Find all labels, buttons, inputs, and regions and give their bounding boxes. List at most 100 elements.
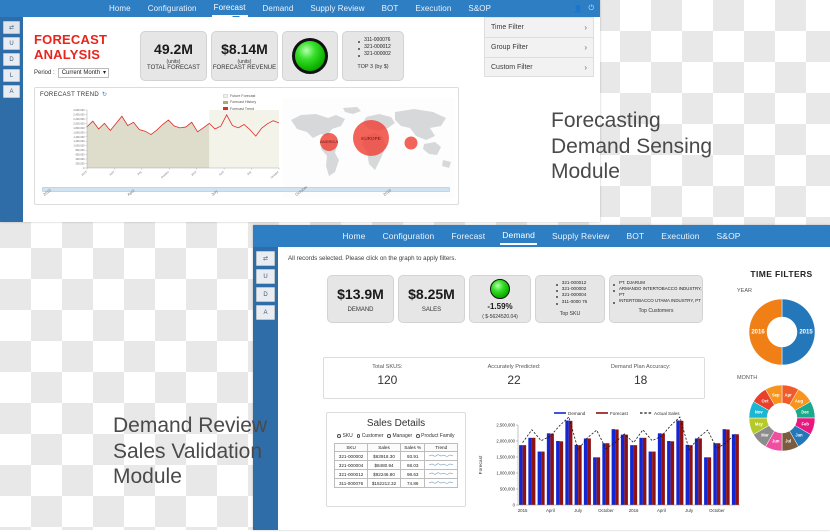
- sidebar-item-approvals[interactable]: A: [3, 85, 20, 98]
- kpi-top-sku[interactable]: 321-000012 321-000002 321-000004 311-000…: [535, 275, 605, 323]
- radio-sku[interactable]: SKU: [337, 433, 353, 439]
- cell-sku: 321-000002: [333, 451, 369, 461]
- map-bubble-asia[interactable]: [404, 136, 418, 150]
- svg-text:July: July: [246, 169, 253, 176]
- caption-line: Sales Validation: [113, 439, 263, 463]
- top-customers-caption: Top Customers: [638, 307, 674, 314]
- year-donut-chart[interactable]: 2015 2016: [746, 296, 818, 368]
- radio-dot: [337, 434, 341, 438]
- user-icon[interactable]: 👤: [574, 5, 583, 13]
- nav-item-configuration[interactable]: Configuration: [381, 228, 437, 244]
- forecast-title-block: FORECAST ANALYSIS Period : Current Month…: [34, 32, 144, 78]
- radio-manager[interactable]: Manager: [387, 433, 412, 439]
- nav-item-demand[interactable]: Demand: [261, 1, 296, 16]
- time-filters-title: TIME FILTERS: [750, 269, 813, 279]
- kpi-caption: TOTAL FORECAST: [147, 65, 200, 71]
- sidebar-item-toggle[interactable]: ⇄: [256, 251, 275, 266]
- sidebar-item-approvals[interactable]: A: [256, 305, 275, 320]
- filter-group[interactable]: Group Filter ›: [484, 37, 594, 57]
- svg-text:2,000,000: 2,000,000: [496, 439, 515, 444]
- kpi-variance[interactable]: -1.59% ( $-5624520.04): [469, 275, 531, 323]
- donut-slice-label: Jun: [772, 439, 780, 444]
- cell-pct: 74.86: [399, 478, 426, 488]
- donut-slice-label: Aug: [794, 399, 803, 404]
- svg-text:2015: 2015: [518, 508, 528, 513]
- refresh-icon[interactable]: ↻: [102, 91, 107, 98]
- svg-text:2016: 2016: [629, 508, 639, 513]
- page-title-line1: FORECAST: [34, 32, 108, 47]
- nav-item-execution[interactable]: Execution: [413, 1, 453, 16]
- kpi-value: $8.25M: [408, 285, 455, 302]
- nav-item-home[interactable]: Home: [340, 228, 367, 244]
- filter-time[interactable]: Time Filter ›: [484, 17, 594, 37]
- cell-pct: 98.63: [399, 469, 426, 479]
- nav-item-demand[interactable]: Demand: [500, 227, 537, 245]
- svg-text:400,000: 400,000: [75, 158, 85, 161]
- nav-item-configuration[interactable]: Configuration: [146, 1, 199, 16]
- nav-item-bot[interactable]: BOT: [380, 1, 401, 16]
- nav-item-forecast[interactable]: Forecast: [211, 0, 248, 17]
- nav-item-forecast[interactable]: Forecast: [449, 228, 487, 244]
- svg-text:2,000,000: 2,000,000: [73, 122, 85, 125]
- kpi-demand[interactable]: $13.9M DEMAND: [327, 275, 394, 323]
- metrics-strip: Total SKUS: 120 Accurately Predicted: 22…: [323, 357, 705, 399]
- demand-review-module-caption: Demand Review Sales Validation Module: [113, 413, 267, 490]
- nav-item-supply-review[interactable]: Supply Review: [308, 1, 366, 16]
- svg-text:2,400,000: 2,400,000: [73, 113, 85, 116]
- svg-text:1,600,000: 1,600,000: [73, 131, 85, 134]
- table-row[interactable]: 321-000012 $92246.80 98.63: [333, 469, 458, 479]
- svg-text:800,000: 800,000: [75, 149, 85, 152]
- month-donut-chart[interactable]: AprAug Dec Feb Jan Jul JunMar May Nov OctSep: [746, 382, 818, 454]
- filter-custom[interactable]: Custom Filter ›: [484, 57, 594, 77]
- kpi-forecast-revenue[interactable]: $8.14M (units) FORECAST REVENUE: [211, 31, 278, 81]
- navbar-right-icons: 👤 ⏻: [574, 5, 594, 13]
- variance-amount: ( $-5624520.04): [482, 313, 518, 320]
- kpi-status-light-tile[interactable]: [282, 31, 338, 81]
- svg-text:October: October: [598, 508, 614, 513]
- forecast-app-window: Home Configuration Forecast Demand Suppl…: [0, 0, 600, 222]
- caption-line: Demand Review: [113, 414, 268, 437]
- cell-pct: 68.03: [399, 460, 426, 470]
- sales-details-table[interactable]: SKU Sales Sales % Trend 321-000002 $63918…: [333, 443, 458, 488]
- svg-text:1,000,000: 1,000,000: [496, 471, 515, 476]
- demand-forecast-actual-chart[interactable]: Demand Forecast Actual Sales 0 500,000 1,000,…: [474, 405, 746, 527]
- radio-customer[interactable]: Customer: [356, 433, 383, 439]
- world-map[interactable]: EUROPE AMERICA: [283, 98, 455, 198]
- period-select[interactable]: Current Month ▾: [57, 67, 110, 78]
- list-item: INTERTOBACCO UTAMA INDUSTRY, PT: [613, 297, 701, 304]
- kpi-top-customers[interactable]: PT. DJARUM ARMANDO INTERTOBACCO INDUSTRY…: [609, 275, 703, 323]
- nav-item-sop[interactable]: S&OP: [715, 228, 743, 244]
- kpi-top-skus[interactable]: 311-000076 321-000012 321-000002 TOP 3 (…: [342, 31, 404, 81]
- cell-trend-sparkline: [424, 469, 458, 479]
- sidebar-item-dashboard[interactable]: D: [3, 53, 20, 66]
- table-row[interactable]: 321-000002 $63918.30 93.91: [333, 451, 458, 461]
- metric-label: Demand Plan Accuracy:: [610, 364, 671, 370]
- nav-item-execution[interactable]: Execution: [659, 228, 701, 244]
- donut-slice-label: Jul: [785, 439, 791, 444]
- table-row[interactable]: 321-000004 $8480.94 68.03: [333, 460, 458, 470]
- cell-sku: 321-000004: [333, 460, 369, 470]
- sidebar-item-users[interactable]: U: [256, 269, 275, 284]
- sidebar-item-toggle[interactable]: ⇄: [3, 21, 20, 34]
- period-label: Period :: [34, 69, 55, 76]
- svg-text:0: 0: [513, 503, 516, 508]
- sidebar-item-dashboard[interactable]: D: [256, 287, 275, 302]
- sales-details-card: Sales Details SKU Customer Manager Produ…: [326, 412, 466, 507]
- power-icon[interactable]: ⏻: [588, 5, 594, 13]
- donut-slice-label: Nov: [754, 409, 763, 414]
- kpi-total-forecast[interactable]: 49.2M (units) TOTAL FORECAST: [140, 31, 207, 81]
- sidebar-item-links[interactable]: L: [3, 69, 20, 82]
- radio-product-family[interactable]: Product Family: [416, 433, 455, 439]
- svg-text:1,400,000: 1,400,000: [73, 136, 85, 139]
- donut-slice-label: Apr: [784, 392, 792, 397]
- kpi-sales[interactable]: $8.25M SALES: [398, 275, 465, 323]
- svg-text:Demand: Demand: [568, 411, 586, 416]
- top-sku-list: 321-000012 321-000002 321-000004 311-000…: [553, 280, 587, 305]
- nav-item-home[interactable]: Home: [107, 1, 133, 16]
- table-row[interactable]: 311-000076 $152212.32 74.86: [333, 478, 458, 488]
- nav-item-sop[interactable]: S&OP: [466, 1, 493, 16]
- sidebar-item-users[interactable]: U: [3, 37, 20, 50]
- nav-item-supply-review[interactable]: Supply Review: [550, 228, 612, 244]
- nav-item-bot[interactable]: BOT: [625, 228, 647, 244]
- forecast-trend-chart[interactable]: 0200,000400,000600,000800,0001,000,0001,…: [41, 106, 283, 184]
